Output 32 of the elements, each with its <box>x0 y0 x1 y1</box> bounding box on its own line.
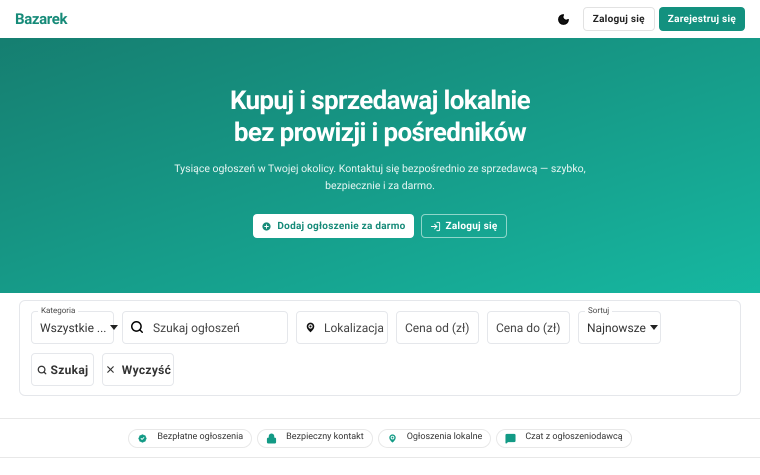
field-label: Kategoria <box>38 305 78 317</box>
search-icon <box>130 320 144 334</box>
feature-label: Ogłoszenia lokalne <box>406 431 482 444</box>
plus-circle-icon <box>261 220 272 232</box>
location-field[interactable]: Lokalizacja <box>296 311 388 344</box>
add-listing-button[interactable]: Dodaj ogłoszenie za darmo <box>253 214 414 238</box>
chat-icon <box>505 432 516 444</box>
location-pin-icon <box>386 432 398 444</box>
login-button[interactable]: Zaloguj się <box>582 7 655 31</box>
close-icon <box>104 364 116 375</box>
register-button[interactable]: Zarejestruj się <box>658 7 745 31</box>
feature-label: Bezpieczny kontakt <box>286 431 364 444</box>
dark-mode-icon[interactable] <box>556 12 570 26</box>
select-value: Najnowsze <box>587 320 646 336</box>
dropdown-caret-icon <box>650 325 658 330</box>
hero-subtitle: Tysiące ogłoszeń w Twojej okolicy. Kontaktuj się bezpośrednio ze sprzedawcą — szybko, bezpiecznie i za darmo. <box>173 161 587 194</box>
price-field[interactable]: Cena od (zł) <box>396 311 479 344</box>
search-icon <box>36 364 46 374</box>
price-field[interactable]: Cena do (zł) <box>487 311 570 344</box>
lock-icon <box>266 432 278 444</box>
logo[interactable]: Bazarek <box>15 8 68 30</box>
login-icon <box>430 220 441 232</box>
field-label: Sortuj <box>585 305 612 317</box>
hero-title: Kupuj i sprzedawaj lokalnie bez prowizji i pośredników <box>230 85 530 149</box>
feature-label: Bezpłatne ogłoszenia <box>157 431 244 444</box>
feature-label: Czat z ogłoszeniodawcą <box>525 431 623 444</box>
dropdown-caret-icon <box>110 325 118 330</box>
clear-button[interactable]: Wyczyść <box>102 353 174 386</box>
select-value: Wszystkie ... <box>40 320 106 336</box>
search-button[interactable]: Szukaj <box>31 353 94 386</box>
search-field[interactable]: Szukaj ogłoszeń <box>122 311 288 344</box>
check-badge-icon <box>137 432 148 444</box>
